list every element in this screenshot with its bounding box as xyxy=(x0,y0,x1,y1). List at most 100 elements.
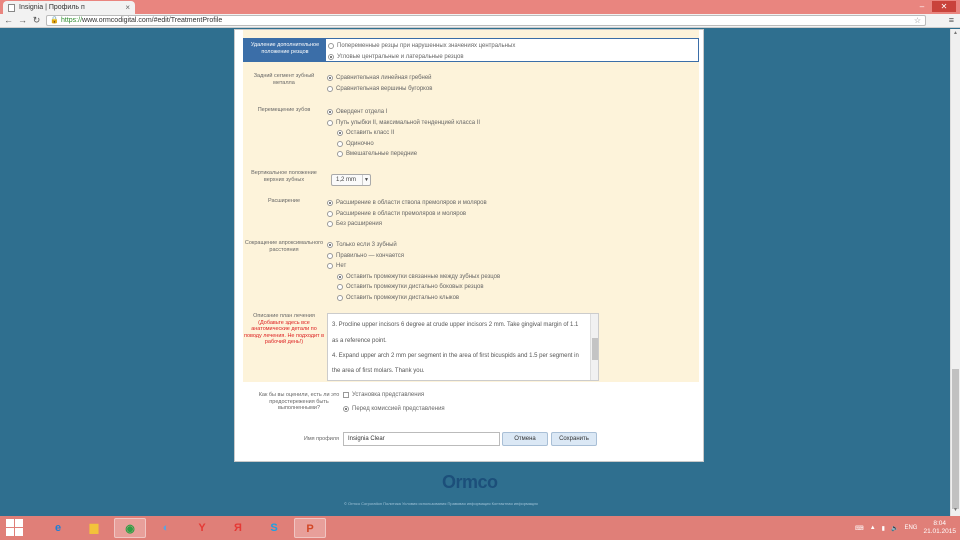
system-clock[interactable]: 8:04 21.01.2015 xyxy=(923,520,956,536)
radio-option[interactable]: Расширение в области ствола премоляров и… xyxy=(327,198,487,209)
radio-option[interactable]: Сравнительная вершины бугорков xyxy=(327,84,432,95)
back-icon[interactable]: ← xyxy=(3,15,14,26)
radio-option[interactable]: Путь улыбки II, максимальной тенденцией … xyxy=(327,118,480,129)
notes-label: Описание план лечения xyxy=(253,313,315,319)
radio-button[interactable] xyxy=(327,210,333,217)
close-button[interactable]: ✕ xyxy=(932,1,956,12)
page-scroll-thumb[interactable] xyxy=(952,369,959,509)
radio-suboption[interactable]: Оставить класс II xyxy=(337,128,480,139)
address-bar[interactable]: 🔒 https://www.ormcodigital.com/#edit/Tre… xyxy=(46,15,926,26)
form-row-vertical-position: Вертикальное положение верхних зубных 1,… xyxy=(243,170,699,194)
radio-option[interactable]: Без расширения xyxy=(327,219,487,230)
option-label: Сравнительная вершины бугорков xyxy=(336,85,433,92)
profile-name-input[interactable]: Insignia Clear xyxy=(343,432,500,446)
scroll-down-icon[interactable]: ▼ xyxy=(952,507,959,514)
radio-button[interactable] xyxy=(327,242,333,248)
radio-button[interactable] xyxy=(328,43,334,49)
radio-option[interactable]: Правильно — кончается xyxy=(327,251,500,262)
option-label: Попеременные резцы при нарушенных значен… xyxy=(337,43,516,49)
radio-suboption[interactable]: Вмешательные передние xyxy=(337,149,480,160)
radio-button[interactable] xyxy=(337,284,343,290)
option-label: Нет xyxy=(336,263,347,269)
checkbox-option[interactable]: Установка представления xyxy=(343,390,424,401)
question-label: Как бы вы оценили, есть ли это предостер… xyxy=(258,392,340,411)
select-value: 1,2 mm xyxy=(336,177,357,183)
radio-option[interactable]: Попеременные резцы при нарушенных значен… xyxy=(328,41,515,52)
radio-button[interactable] xyxy=(337,294,343,301)
radio-button[interactable] xyxy=(327,85,333,92)
radio-option[interactable]: Овердент отдела I xyxy=(327,107,480,118)
radio-button[interactable] xyxy=(337,151,343,157)
form-row-incisor-position: Удаление дополнительное положение резцов… xyxy=(243,38,699,62)
skype-icon[interactable]: S xyxy=(258,518,290,538)
radio-button[interactable] xyxy=(327,75,333,81)
radio-button[interactable] xyxy=(343,406,349,412)
form-row-posterior-segment: Задний сегмент зубный металла Сравнитель… xyxy=(243,73,699,97)
radio-button[interactable] xyxy=(327,221,333,227)
option-label: Оставить промежутки дистально боковых ре… xyxy=(346,284,484,290)
option-label: Угловые центральные и латеральные резцов xyxy=(337,53,464,60)
yandex-browser-icon[interactable]: Y xyxy=(186,518,218,538)
tab-close-icon[interactable]: × xyxy=(125,3,130,12)
windows-logo-icon xyxy=(15,519,23,527)
bookmark-star-icon[interactable]: ☆ xyxy=(914,16,921,25)
audio-player-icon[interactable]: ◐ xyxy=(150,518,182,538)
yandex-icon[interactable]: Я xyxy=(222,518,254,538)
radio-suboption[interactable]: Одиночно xyxy=(337,139,480,150)
volume-icon[interactable]: 🔈 xyxy=(891,525,898,532)
radio-option[interactable]: Только если 3 зубный xyxy=(327,240,500,251)
reload-icon[interactable]: ↻ xyxy=(31,15,42,26)
radio-suboption[interactable]: Оставить промежутки дистально клыков xyxy=(337,293,500,304)
treatment-notes-textarea[interactable]: 3. Procline upper incisors 6 degree at c… xyxy=(327,313,599,381)
radio-button[interactable] xyxy=(327,252,333,259)
option-label: Оставить промежутки связанные между зубн… xyxy=(346,273,501,280)
clock-date: 21.01.2015 xyxy=(923,528,956,535)
radio-button[interactable] xyxy=(327,119,333,126)
option-label: Правильно — кончается xyxy=(336,252,405,259)
checkbox[interactable] xyxy=(343,392,349,398)
radio-group: Овердент отдела I Путь улыбки II, максим… xyxy=(327,107,480,160)
powerpoint-icon[interactable]: P xyxy=(294,518,326,538)
page-scrollbar[interactable]: ▲ ▼ xyxy=(950,29,960,516)
textarea-scroll-thumb[interactable] xyxy=(592,338,598,360)
radio-button[interactable] xyxy=(327,109,333,115)
radio-option[interactable]: Перед комиссией представления xyxy=(343,404,445,415)
save-button[interactable]: Сохранить xyxy=(551,432,597,446)
network-icon[interactable]: ▮ xyxy=(882,525,885,532)
language-indicator[interactable]: ENG xyxy=(904,525,917,531)
radio-button[interactable] xyxy=(337,130,343,136)
radio-option[interactable]: Сравнительная линейная гребней xyxy=(327,73,432,84)
keyboard-icon[interactable]: ⌨ xyxy=(855,525,864,532)
radio-button[interactable] xyxy=(328,53,334,60)
scroll-up-icon[interactable]: ▲ xyxy=(952,30,959,37)
chrome-icon[interactable]: ◉ xyxy=(114,518,146,538)
forward-icon[interactable]: → xyxy=(17,15,28,26)
url-host: www.ormcodigital.com xyxy=(82,17,152,24)
radio-suboption[interactable]: Оставить промежутки связанные между зубн… xyxy=(337,272,500,283)
radio-button[interactable] xyxy=(337,140,343,147)
footer-links[interactable]: © Ormco Corporation Политика Условия исп… xyxy=(344,501,538,506)
radio-button[interactable] xyxy=(327,200,333,206)
textarea-scrollbar[interactable] xyxy=(590,314,598,380)
option-label: Установка представления xyxy=(352,392,425,398)
option-label: Расширение в области премоляров и моляро… xyxy=(336,210,467,217)
overbite-select[interactable]: 1,2 mm ▼ xyxy=(331,174,371,186)
radio-button[interactable] xyxy=(327,263,333,269)
file-explorer-icon[interactable]: ▆ xyxy=(78,518,110,538)
minimize-button[interactable]: – xyxy=(914,1,930,12)
radio-option[interactable]: Угловые центральные и латеральные резцов xyxy=(328,52,515,63)
row-label: Расширение xyxy=(267,198,301,204)
cancel-button[interactable]: Отмена xyxy=(502,432,548,446)
start-button[interactable] xyxy=(6,519,24,537)
radio-button[interactable] xyxy=(337,273,343,280)
radio-option[interactable]: Расширение в области премоляров и моляро… xyxy=(327,209,487,220)
form-row-treatment-notes: Описание план лечения (Добавьте здесь вс… xyxy=(243,313,699,381)
chevron-down-icon: ▼ xyxy=(362,175,370,185)
menu-icon[interactable]: ≡ xyxy=(949,15,954,25)
tray-arrow-icon[interactable]: ▲ xyxy=(870,525,876,531)
option-label: Овердент отдела I xyxy=(336,109,388,115)
ie-icon[interactable]: e xyxy=(42,518,74,538)
radio-suboption[interactable]: Оставить промежутки дистально боковых ре… xyxy=(337,282,500,293)
radio-option[interactable]: Нет xyxy=(327,261,500,272)
browser-tab[interactable]: Insignia | Профиль п × xyxy=(3,1,135,14)
